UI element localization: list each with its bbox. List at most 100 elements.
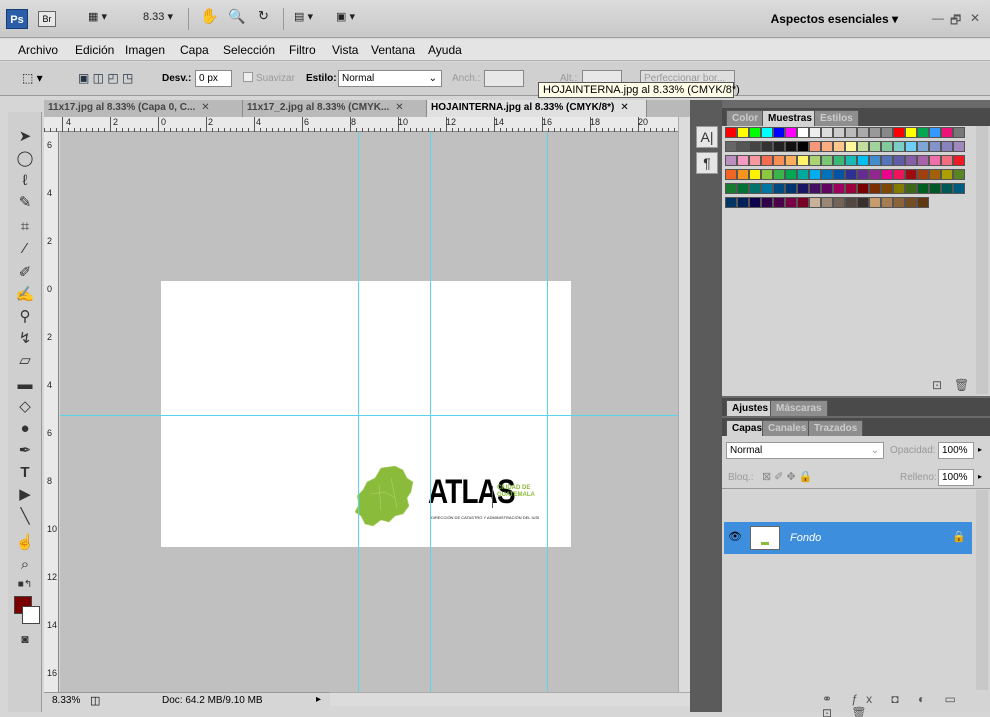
- color-swatch[interactable]: [845, 169, 857, 180]
- color-swatch[interactable]: [917, 183, 929, 194]
- color-swatch[interactable]: [917, 155, 929, 166]
- color-swatch[interactable]: [785, 141, 797, 152]
- marquee-tool-icon[interactable]: ◯: [13, 148, 37, 170]
- color-swatch[interactable]: [845, 155, 857, 166]
- tab-mascaras[interactable]: Máscaras: [770, 400, 828, 416]
- color-swatch[interactable]: [881, 183, 893, 194]
- blend-mode-select[interactable]: Normal ⌄: [726, 442, 884, 459]
- 3d-rotate-tool-icon[interactable]: ☝: [13, 532, 37, 554]
- menu-imagen[interactable]: Imagen: [125, 43, 165, 57]
- color-swatch[interactable]: [749, 127, 761, 138]
- color-swatch[interactable]: [953, 169, 965, 180]
- color-swatch[interactable]: [737, 169, 749, 180]
- color-swatch[interactable]: [725, 155, 737, 166]
- swatch-grid[interactable]: [725, 127, 971, 211]
- eye-icon[interactable]: 👁: [728, 530, 742, 543]
- tab-canales[interactable]: Canales: [762, 420, 813, 436]
- brush-tool-icon[interactable]: ✍: [13, 284, 37, 306]
- color-swatch[interactable]: [797, 197, 809, 208]
- color-swatch[interactable]: [845, 127, 857, 138]
- color-swatch[interactable]: [773, 197, 785, 208]
- color-swatch[interactable]: [725, 197, 737, 208]
- color-swatch[interactable]: [953, 183, 965, 194]
- color-swatch[interactable]: [809, 169, 821, 180]
- color-swatch[interactable]: [929, 141, 941, 152]
- zoom-percentage[interactable]: 8.33%: [52, 695, 80, 706]
- color-swatch[interactable]: [737, 183, 749, 194]
- color-swatch[interactable]: [929, 127, 941, 138]
- color-swatch[interactable]: [869, 141, 881, 152]
- guide-horizontal[interactable]: [60, 415, 678, 416]
- color-swatch[interactable]: [785, 183, 797, 194]
- swatches-scrollbar[interactable]: [976, 126, 988, 394]
- clone-stamp-tool-icon[interactable]: ⚲: [13, 306, 37, 328]
- lasso-tool-icon[interactable]: ℓ: [13, 170, 37, 192]
- color-swatch[interactable]: [737, 127, 749, 138]
- color-swatch[interactable]: [785, 155, 797, 166]
- document-page[interactable]: ATLAS CIUDAD DE GUATEMALA DIRECCIÓN DE CA…: [161, 281, 571, 547]
- fill-input[interactable]: 100%: [938, 469, 974, 486]
- color-swatch[interactable]: [869, 197, 881, 208]
- color-swatch[interactable]: [917, 197, 929, 208]
- color-swatch[interactable]: [761, 197, 773, 208]
- color-swatch[interactable]: [797, 183, 809, 194]
- hand-tool-icon[interactable]: ✋: [200, 7, 219, 25]
- color-swatch[interactable]: [773, 169, 785, 180]
- menu-edicion[interactable]: Edición: [75, 43, 114, 57]
- color-swatch[interactable]: [953, 141, 965, 152]
- color-swatch[interactable]: [737, 197, 749, 208]
- color-swatch[interactable]: [953, 127, 965, 138]
- color-swatch[interactable]: [797, 127, 809, 138]
- menu-archivo[interactable]: Archivo: [18, 43, 58, 57]
- color-swatch[interactable]: [845, 183, 857, 194]
- color-swatch[interactable]: [857, 155, 869, 166]
- tab-ajustes[interactable]: Ajustes: [726, 400, 775, 416]
- color-swatch[interactable]: [809, 197, 821, 208]
- menu-vista[interactable]: Vista: [332, 43, 358, 57]
- color-swatch[interactable]: [821, 197, 833, 208]
- color-swatch[interactable]: [821, 155, 833, 166]
- color-swatch[interactable]: [857, 197, 869, 208]
- status-arrow-icon[interactable]: ▸: [316, 694, 321, 705]
- color-swatch[interactable]: [821, 183, 833, 194]
- screen-mode-icon[interactable]: ▣ ▾: [336, 10, 355, 23]
- layers-scrollbar[interactable]: [976, 490, 988, 690]
- color-swatch[interactable]: [857, 169, 869, 180]
- color-swatch[interactable]: [809, 183, 821, 194]
- color-swatch[interactable]: [749, 183, 761, 194]
- color-swatch[interactable]: [773, 155, 785, 166]
- layer-row-fondo[interactable]: 👁 Fondo 🔒: [724, 522, 972, 554]
- path-selection-tool-icon[interactable]: ▶: [13, 484, 37, 506]
- guide-vertical[interactable]: [547, 132, 548, 692]
- eyedropper-tool-icon[interactable]: ⁄: [13, 238, 37, 260]
- new-swatch-icon[interactable]: ⊡: [932, 378, 942, 392]
- color-swatch[interactable]: [905, 197, 917, 208]
- color-swatch[interactable]: [941, 183, 953, 194]
- background-color-swatch[interactable]: [22, 606, 40, 624]
- color-swatch[interactable]: [749, 169, 761, 180]
- color-swatch[interactable]: [833, 169, 845, 180]
- swap-colors-icon[interactable]: ■↰: [13, 574, 37, 596]
- gradient-tool-icon[interactable]: ▬: [13, 374, 37, 396]
- screen-mode-button[interactable]: ▦ ▾: [88, 10, 107, 23]
- lock-icons[interactable]: ⊠ ✐ ✥ 🔒: [762, 470, 813, 483]
- color-swatch[interactable]: [893, 197, 905, 208]
- color-swatch[interactable]: [761, 183, 773, 194]
- color-swatch[interactable]: [749, 155, 761, 166]
- color-swatch[interactable]: [833, 141, 845, 152]
- color-swatch[interactable]: [797, 155, 809, 166]
- color-swatch[interactable]: [833, 197, 845, 208]
- color-swatch[interactable]: [845, 197, 857, 208]
- color-swatch[interactable]: [737, 141, 749, 152]
- color-swatch[interactable]: [809, 155, 821, 166]
- eraser-tool-icon[interactable]: ▱: [13, 350, 37, 372]
- color-swatch[interactable]: [917, 141, 929, 152]
- color-swatch[interactable]: [845, 141, 857, 152]
- color-swatch[interactable]: [917, 127, 929, 138]
- color-swatch[interactable]: [893, 169, 905, 180]
- color-swatch[interactable]: [773, 127, 785, 138]
- opacity-arrow-icon[interactable]: ▸: [978, 445, 982, 454]
- color-swatch[interactable]: [881, 169, 893, 180]
- guide-vertical[interactable]: [358, 132, 359, 692]
- tab-hojainterna[interactable]: HOJAINTERNA.jpg al 8.33% (CMYK/8*) ✕: [427, 100, 647, 117]
